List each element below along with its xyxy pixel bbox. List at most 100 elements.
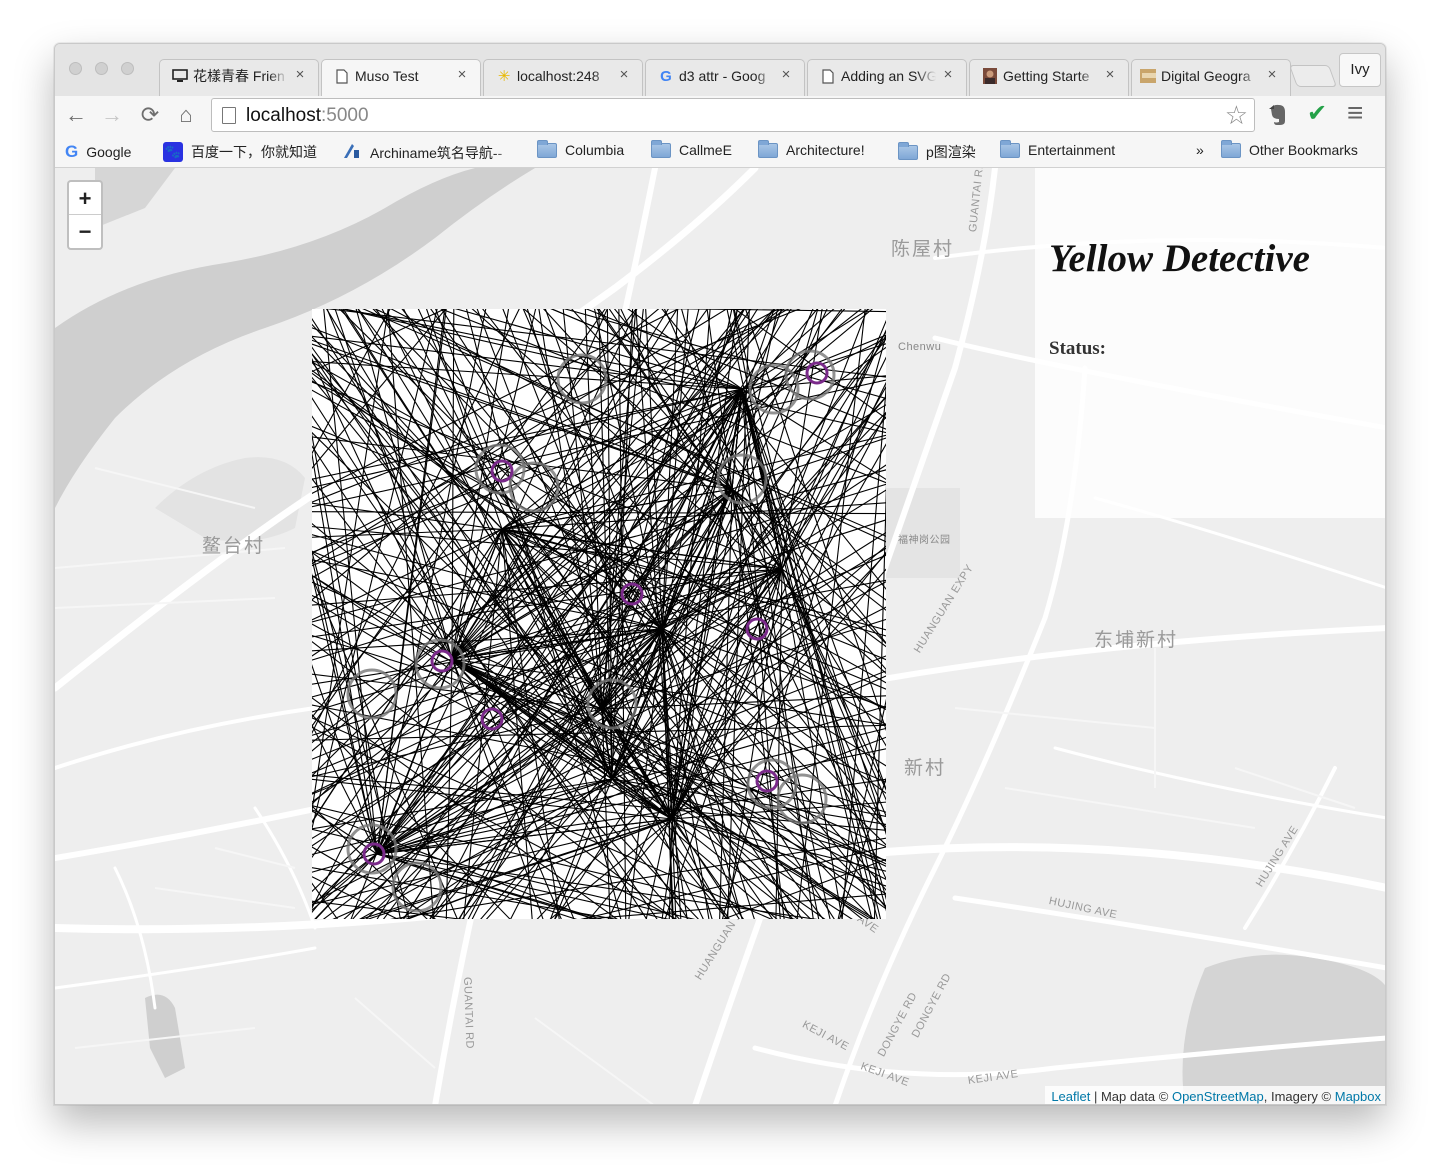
bookmark-label: Entertainment (1028, 142, 1116, 158)
page-icon (222, 107, 236, 124)
place-label: 新村 (904, 758, 947, 779)
map-attribution: Leaflet | Map data © OpenStreetMap, Imag… (1045, 1086, 1385, 1104)
folder-icon (1221, 139, 1241, 158)
bookmark-folder-columbia[interactable]: Columbia (537, 139, 625, 158)
network-overlay[interactable] (312, 309, 886, 919)
bookmark-google[interactable]: G Google (65, 142, 131, 162)
tab-4-content: G d3 attr - Goog (658, 59, 774, 93)
mapbox-link[interactable]: Mapbox (1335, 1089, 1381, 1104)
bookmark-label: p图渲染 (926, 144, 976, 160)
node-marker[interactable] (430, 649, 454, 673)
tab-7-content: Digital Geogra (1140, 59, 1260, 93)
bookmark-label: Archiname筑名导航-- (370, 144, 503, 161)
monitor-icon (172, 68, 188, 84)
bookmark-label: Columbia (565, 142, 625, 158)
browser-toolbar: ← → ⟳ ⌂ localhost:5000 ☆ ✔ ≡ (55, 96, 1385, 134)
evernote-elephant-icon[interactable] (1267, 103, 1291, 127)
forward-arrow-icon[interactable]: → (99, 102, 125, 128)
home-icon[interactable]: ⌂ (173, 102, 199, 128)
folder-icon (537, 139, 557, 158)
tab-title: d3 attr - Goog (679, 68, 766, 84)
tab-close-icon[interactable]: × (1265, 67, 1279, 82)
network-lines-svg (312, 309, 886, 919)
tab-close-icon[interactable]: × (455, 67, 469, 82)
road-label: GUANTAI RD (461, 976, 476, 1050)
network-link (334, 309, 453, 660)
window-minimize-button[interactable] (95, 62, 108, 75)
bookmark-folder-ptu[interactable]: p图渲染 (898, 141, 976, 162)
zoom-control: + − (67, 180, 103, 250)
tab-title: localhost:248 (517, 68, 600, 84)
bookmark-label: CallmeE (679, 142, 732, 158)
bookmark-star-icon[interactable]: ☆ (1225, 101, 1248, 129)
folder-icon (651, 139, 671, 158)
zoom-out-button[interactable]: − (69, 215, 101, 248)
place-label: 东埔新村 (1094, 630, 1179, 651)
address-bar[interactable]: localhost:5000 ☆ (211, 98, 1255, 132)
place-label: 鳌台村 (202, 536, 266, 557)
map-container[interactable]: 陈屋村 鳌台村 东埔新村 新村 GUANTAI RD HUANGUAN EXPY… (55, 168, 1385, 1104)
tab-close-icon[interactable]: × (293, 67, 307, 82)
zoom-in-button[interactable]: + (69, 182, 101, 215)
tab-2-content: Muso Test (334, 59, 450, 93)
archiname-icon (342, 142, 362, 163)
network-link (312, 309, 391, 455)
tab-close-icon[interactable]: × (941, 67, 955, 82)
bookmark-archiname[interactable]: Archiname筑名导航-- (342, 142, 515, 163)
back-arrow-icon[interactable]: ← (63, 102, 89, 128)
menu-icon[interactable]: ≡ (1347, 98, 1363, 128)
bookmark-label: Architecture! (786, 142, 865, 158)
leaflet-link[interactable]: Leaflet (1051, 1089, 1090, 1104)
page-icon (820, 68, 836, 84)
tab-close-icon[interactable]: × (1103, 67, 1117, 82)
bookmarks-bar: G Google 🐾 百度一下，你就知道 Archiname筑名导航-- Col… (55, 134, 1385, 168)
google-g-icon: G (660, 67, 672, 85)
openstreetmap-link[interactable]: OpenStreetMap (1172, 1089, 1264, 1104)
network-link (312, 526, 783, 570)
tab-title: Adding an SVG (841, 68, 936, 84)
thumbnail-icon (1140, 68, 1156, 84)
panel-title: Yellow Detective (1049, 237, 1310, 280)
url-port: :5000 (321, 105, 369, 126)
bookmark-label: Google (86, 144, 132, 160)
bookmark-folder-architecture[interactable]: Architecture! (758, 139, 865, 158)
bookmark-label: Other Bookmarks (1249, 142, 1358, 158)
attribution-text: , Imagery © (1263, 1089, 1335, 1104)
tab-title: 花樣青春 Frien (193, 68, 285, 84)
bookmark-folder-callmee[interactable]: CallmeE (651, 139, 732, 158)
url-text[interactable]: localhost:5000 (246, 105, 369, 127)
page-icon (334, 68, 350, 84)
tab-5-content: Adding an SVG (820, 59, 936, 93)
spark-icon: ✳ (497, 68, 511, 85)
info-panel: Yellow Detective Status: (1035, 168, 1385, 518)
folder-icon (898, 141, 918, 160)
folder-icon (1000, 139, 1020, 158)
bookmark-baidu[interactable]: 🐾 百度一下，你就知道 (163, 142, 317, 162)
tab-title: Getting Starte (1003, 68, 1090, 84)
poi-label: Chenwu (898, 341, 942, 353)
poi-label: 福神岗公园 (898, 535, 951, 546)
google-g-icon: G (65, 142, 79, 161)
window-close-button[interactable] (69, 62, 82, 75)
status-label: Status: (1049, 338, 1107, 359)
tab-close-icon[interactable]: × (617, 67, 631, 82)
tab-title: Digital Geogra (1161, 68, 1251, 84)
profile-button[interactable]: Ivy (1339, 53, 1381, 87)
checkmark-extension-icon[interactable]: ✔ (1307, 100, 1327, 128)
network-lines (312, 309, 886, 919)
tab-strip: 花樣青春 Frien × Muso Test × ✳ localhost:248… (55, 44, 1385, 96)
tab-close-icon[interactable]: × (779, 67, 793, 82)
place-label: 陈屋村 (891, 239, 955, 260)
bookmark-folder-other[interactable]: Other Bookmarks (1221, 139, 1358, 158)
new-tab-button[interactable] (1288, 65, 1338, 87)
reload-icon[interactable]: ⟳ (137, 102, 163, 128)
folder-icon (758, 139, 778, 158)
attribution-text: | Map data © (1090, 1089, 1172, 1104)
tab-1-content: 花樣青春 Frien (172, 59, 288, 93)
window-zoom-button[interactable] (121, 62, 134, 75)
network-link (601, 395, 886, 710)
bookmark-label: 百度一下，你就知道 (191, 144, 317, 160)
url-host: localhost (246, 105, 321, 126)
bookmark-folder-entertainment[interactable]: Entertainment (1000, 139, 1116, 158)
bookmarks-overflow-chevron-icon[interactable]: » (1196, 142, 1204, 158)
